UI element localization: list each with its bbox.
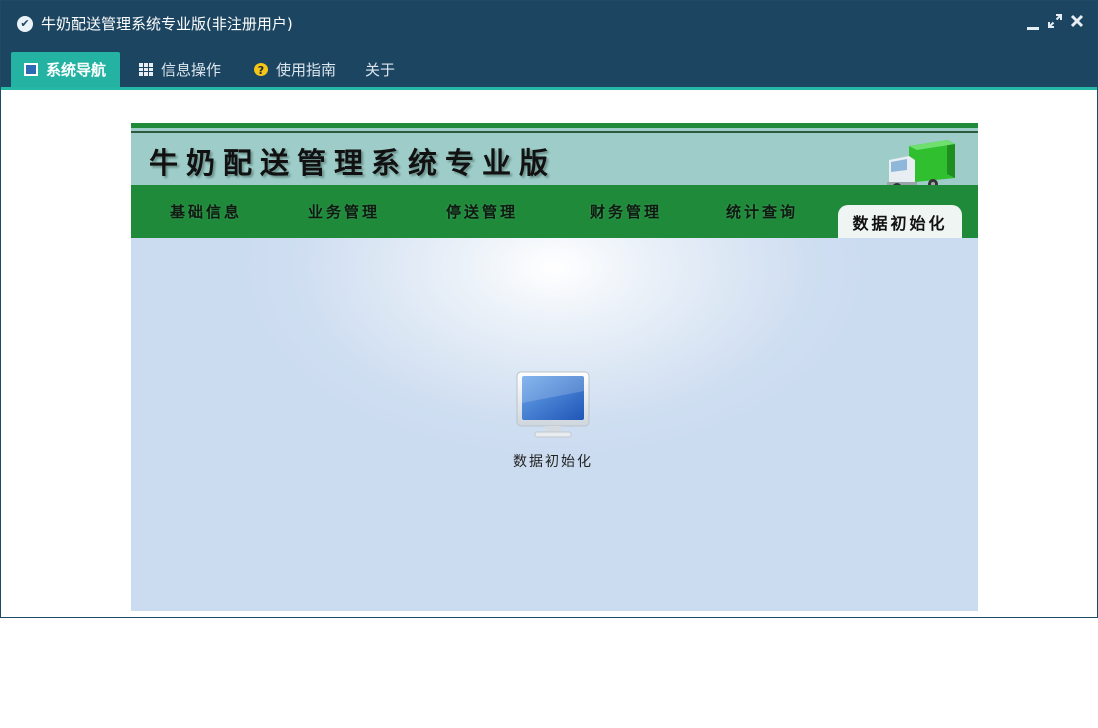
nav-item-label: 业务管理 bbox=[307, 203, 380, 221]
banner-divider bbox=[131, 131, 978, 133]
help-icon: ? bbox=[254, 63, 268, 77]
navigation-panel: 牛奶配送管理系统专业版 基础信息 业务管理 停送管理 财务管理 统计查询 数据初… bbox=[131, 123, 978, 611]
app-logo-icon: ✔ bbox=[17, 16, 33, 32]
nav-item-statistics[interactable]: 统计查询 bbox=[707, 185, 817, 238]
nav-item-finance[interactable]: 财务管理 bbox=[571, 185, 681, 238]
nav-item-stop-delivery[interactable]: 停送管理 bbox=[427, 185, 537, 238]
nav-item-label: 财务管理 bbox=[589, 203, 662, 221]
module-nav: 基础信息 业务管理 停送管理 财务管理 统计查询 数据初始化 bbox=[131, 185, 978, 238]
tab-label: 关于 bbox=[365, 61, 396, 79]
close-button[interactable] bbox=[1069, 14, 1085, 34]
monitor-icon bbox=[24, 63, 38, 76]
shortcut-label: 数据初始化 bbox=[513, 454, 593, 470]
tab-about[interactable]: 关于 bbox=[365, 52, 395, 87]
nav-item-basic-info[interactable]: 基础信息 bbox=[151, 185, 261, 238]
menu-bar: 系统导航 信息操作 ? 使用指南 关于 bbox=[1, 47, 1097, 90]
restore-icon bbox=[1048, 14, 1062, 28]
close-icon bbox=[1070, 14, 1084, 28]
window-title: 牛奶配送管理系统专业版(非注册用户) bbox=[41, 15, 293, 33]
nav-item-label: 基础信息 bbox=[169, 203, 242, 221]
monitor-icon bbox=[516, 371, 590, 438]
tab-user-guide[interactable]: ? 使用指南 bbox=[254, 52, 336, 87]
work-area: 数据初始化 bbox=[131, 238, 978, 611]
banner-title: 牛奶配送管理系统专业版 bbox=[149, 146, 557, 180]
tab-info-operations[interactable]: 信息操作 bbox=[139, 52, 221, 87]
nav-item-label: 停送管理 bbox=[445, 203, 518, 221]
minimize-button[interactable] bbox=[1025, 14, 1041, 34]
nav-item-business[interactable]: 业务管理 bbox=[289, 185, 399, 238]
nav-item-label: 统计查询 bbox=[725, 203, 798, 221]
nav-item-label: 数据初始化 bbox=[852, 213, 948, 233]
grid-icon bbox=[139, 63, 153, 76]
tab-label: 使用指南 bbox=[276, 61, 337, 79]
title-bar[interactable]: ✔ 牛奶配送管理系统专业版(非注册用户) bbox=[1, 1, 1097, 47]
data-init-shortcut[interactable]: 数据初始化 bbox=[503, 371, 603, 481]
banner: 牛奶配送管理系统专业版 bbox=[131, 123, 978, 193]
tab-system-navigation[interactable]: 系统导航 bbox=[11, 52, 120, 87]
restore-button[interactable] bbox=[1047, 14, 1063, 34]
tab-label: 系统导航 bbox=[46, 61, 107, 79]
nav-item-data-init[interactable]: 数据初始化 bbox=[838, 205, 962, 238]
tab-label: 信息操作 bbox=[161, 61, 222, 79]
